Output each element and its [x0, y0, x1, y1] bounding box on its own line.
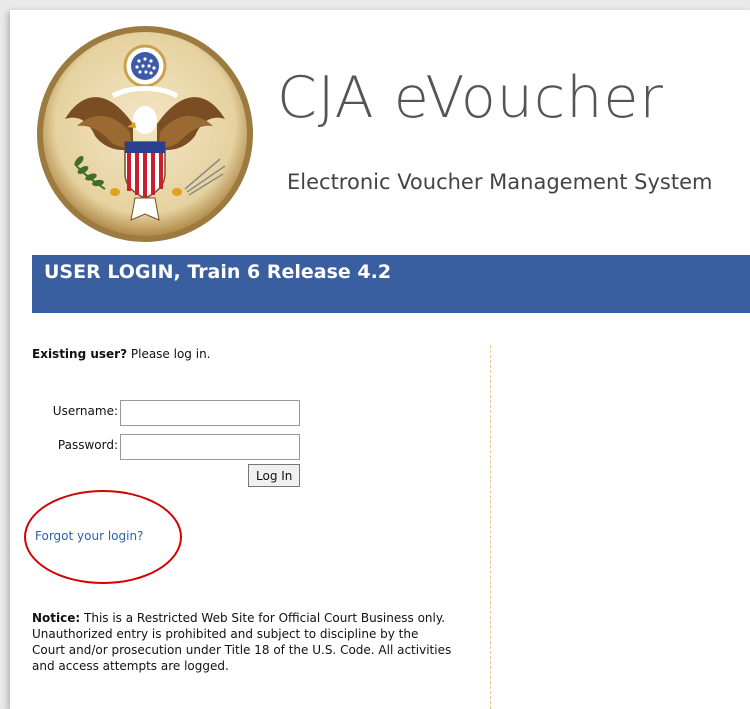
column-divider: [490, 345, 491, 709]
forgot-login-link[interactable]: Forgot your login?: [35, 529, 143, 543]
password-label: Password:: [57, 438, 118, 452]
existing-user-text: Please log in.: [127, 347, 211, 361]
banner-title: USER LOGIN, Train 6 Release 4.2: [44, 261, 392, 283]
existing-user-bold: Existing user?: [32, 347, 128, 361]
restricted-notice: Notice: This is a Restricted Web Site fo…: [32, 610, 452, 674]
existing-user-prompt: Existing user? Please log in.: [32, 347, 211, 361]
notice-bold: Notice:: [32, 611, 81, 625]
password-row: Password:: [36, 434, 300, 460]
app-title: CJA eVoucher: [277, 65, 664, 131]
login-banner: USER LOGIN, Train 6 Release 4.2: [32, 255, 750, 313]
username-label: Username:: [52, 404, 118, 418]
app-subtitle: Electronic Voucher Management System: [287, 170, 713, 194]
login-button[interactable]: Log In: [248, 464, 301, 487]
username-input[interactable]: [120, 400, 300, 426]
notice-text: This is a Restricted Web Site for Offici…: [32, 611, 452, 673]
password-input[interactable]: [120, 434, 300, 460]
court-seal-logo: [37, 26, 253, 242]
username-row: Username:: [36, 400, 300, 426]
page-frame: CJA eVoucher Electronic Voucher Manageme…: [10, 10, 750, 709]
